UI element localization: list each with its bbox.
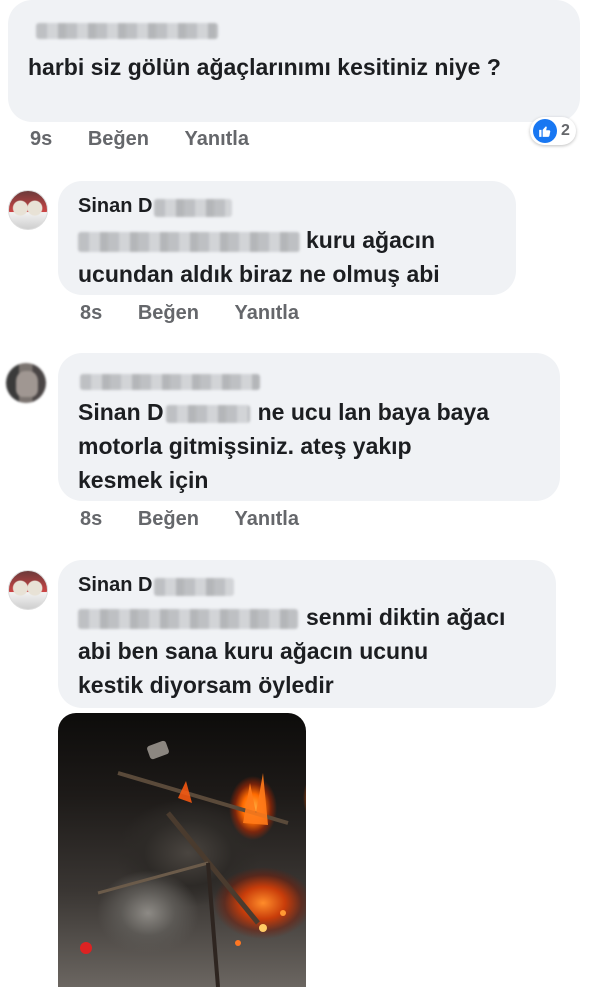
blurred-surname bbox=[165, 404, 250, 423]
like-link[interactable]: Beğen bbox=[138, 302, 199, 325]
reply-link[interactable]: Yanıtla bbox=[235, 508, 299, 531]
comment-text: senmi diktin ağacı abi ben sana kuru ağa… bbox=[78, 604, 506, 698]
comment-actions-3: 8s Beğen Yanıtla bbox=[80, 508, 329, 531]
reply-link[interactable]: Yanıtla bbox=[185, 128, 249, 151]
blurred-mention bbox=[78, 231, 300, 252]
attached-photo[interactable] bbox=[58, 713, 306, 987]
comment-bubble-2: Sinan D kuru ağacın ucundan aldık biraz … bbox=[58, 181, 516, 295]
mention-tag[interactable]: Sinan D bbox=[78, 399, 164, 425]
avatar[interactable] bbox=[6, 363, 46, 403]
like-link[interactable]: Beğen bbox=[138, 508, 199, 531]
avatar[interactable] bbox=[8, 190, 48, 230]
author-name[interactable]: Sinan D bbox=[78, 574, 152, 597]
author-name[interactable]: Sinan D bbox=[78, 195, 152, 218]
blurred-surname bbox=[154, 577, 235, 596]
timestamp: 8s bbox=[80, 302, 103, 324]
reaction-badge[interactable]: 2 bbox=[530, 117, 576, 145]
timestamp: 9s bbox=[30, 128, 53, 150]
reaction-count: 2 bbox=[561, 122, 570, 139]
comment-bubble-3: Sinan Dne ucu lan baya baya motorla gitm… bbox=[58, 353, 560, 501]
timestamp: 8s bbox=[80, 508, 103, 530]
like-link[interactable]: Beğen bbox=[88, 128, 149, 151]
campfire-scene bbox=[80, 740, 289, 987]
comment-text: kuru ağacın ucundan aldık biraz ne olmuş… bbox=[78, 227, 440, 287]
comment-text: Sinan Dne ucu lan baya baya motorla gitm… bbox=[78, 399, 489, 493]
comment-text: harbi siz gölün ağaçlarınımı kesitiniz n… bbox=[28, 54, 501, 80]
comment-bubble-4: Sinan D senmi diktin ağacı abi ben sana … bbox=[58, 560, 556, 708]
blurred-surname bbox=[154, 198, 233, 217]
avatar[interactable] bbox=[8, 570, 48, 610]
thumbs-up-icon bbox=[533, 119, 557, 143]
comment-bubble-1: harbi siz gölün ağaçlarınımı kesitiniz n… bbox=[8, 0, 580, 122]
blurred-author-name bbox=[80, 373, 260, 391]
comment-actions-2: 8s Beğen Yanıtla bbox=[80, 302, 329, 325]
reply-link[interactable]: Yanıtla bbox=[235, 302, 299, 325]
blurred-mention bbox=[78, 608, 298, 629]
comment-actions-1: 9s Beğen Yanıtla bbox=[30, 128, 279, 151]
blurred-author-name bbox=[36, 22, 218, 40]
